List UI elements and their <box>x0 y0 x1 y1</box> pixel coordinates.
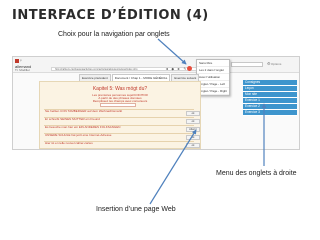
tab-options-icon[interactable] <box>187 66 192 71</box>
menu-item[interactable]: Avec l'utilisation <box>197 74 229 81</box>
page-title: Kapitel 5: Was mögt du? <box>92 86 148 92</box>
exercise-row: Sie heißen CON TAMBERGER auf dem Weihnac… <box>44 109 200 117</box>
options-link[interactable]: Options <box>271 62 281 66</box>
right-menu-item[interactable]: Exercice 3 <box>243 110 297 116</box>
toolbar-icons[interactable]: ◄ ◆ ► ✎ <box>165 67 187 71</box>
user-subtitle[interactable]: Tr. Modifier <box>15 68 30 72</box>
app-logo-icon <box>15 59 19 63</box>
exercise-button[interactable]: ok <box>186 143 200 148</box>
exercise-text: Hier ist en telle nouvel cahier-cartes <box>45 142 93 145</box>
exercise-text: Er schreibt SEINEN MUTTER ein Freund <box>45 118 100 121</box>
exercise-text: Sie heißen CON TAMBERGER auf dem Weihnac… <box>45 110 123 113</box>
tab-position-menu: Sans libre Les 2 dans l'onglet Avec l'ut… <box>196 59 230 96</box>
menu-item[interactable]: Les 2 dans l'onglet <box>197 67 229 74</box>
exercise-button[interactable]: ok <box>186 119 200 124</box>
annotation-page-insert: Insertion d’une page Web <box>96 206 176 213</box>
exercise-list: Sie heißen CON TAMBERGER auf dem Weihnac… <box>40 109 200 149</box>
logo-text: p <box>20 58 22 62</box>
page-content: Kapitel 5: Was mögt du? Les premières pe… <box>39 81 201 149</box>
annotation-tab-menu: Menu des onglets à droite <box>216 170 297 177</box>
exercise-text: Es besuche man hier ein EIN ANDERES FOLK… <box>45 126 121 129</box>
exercise-button[interactable]: Alternr <box>186 127 200 132</box>
exercise-row: UNSERE SCHULE hat jetzt eine Internet-Ad… <box>44 133 200 141</box>
slide-title: INTERFACE D’ÉDITION (4) <box>12 8 209 23</box>
exercise-button[interactable]: ok <box>186 135 200 140</box>
menu-item[interactable]: Onglet / Page - Right <box>197 88 229 95</box>
exercise-row: Hier ist en telle nouvel cahier-cartes o… <box>44 141 200 149</box>
annotation-tabs-navigation: Choix pour la navigation par onglets <box>58 31 170 38</box>
right-tab-menu: Consignes Leçon Mon site Exercice 1 Exer… <box>243 80 297 116</box>
menu-item[interactable]: Sans libre <box>197 60 229 67</box>
exercise-row: Es besuche man hier ein EIN ANDERES FOLK… <box>44 125 200 133</box>
exercise-row: Er schreibt SEINEN MUTTER ein Freund ok <box>44 117 200 125</box>
exercise-button[interactable]: ok <box>186 111 200 116</box>
answer-input[interactable] <box>100 103 136 107</box>
top-bar: p allemand Tr. Modifier ⚙ Options http:/… <box>13 57 299 73</box>
search-input[interactable] <box>231 62 263 67</box>
menu-item[interactable]: Onglet / Page - Left <box>197 81 229 88</box>
exercise-text: UNSERE SCHULE hat jetzt eine Internet-Ad… <box>45 134 112 137</box>
editor-screenshot: p allemand Tr. Modifier ⚙ Options http:/… <box>12 56 300 150</box>
